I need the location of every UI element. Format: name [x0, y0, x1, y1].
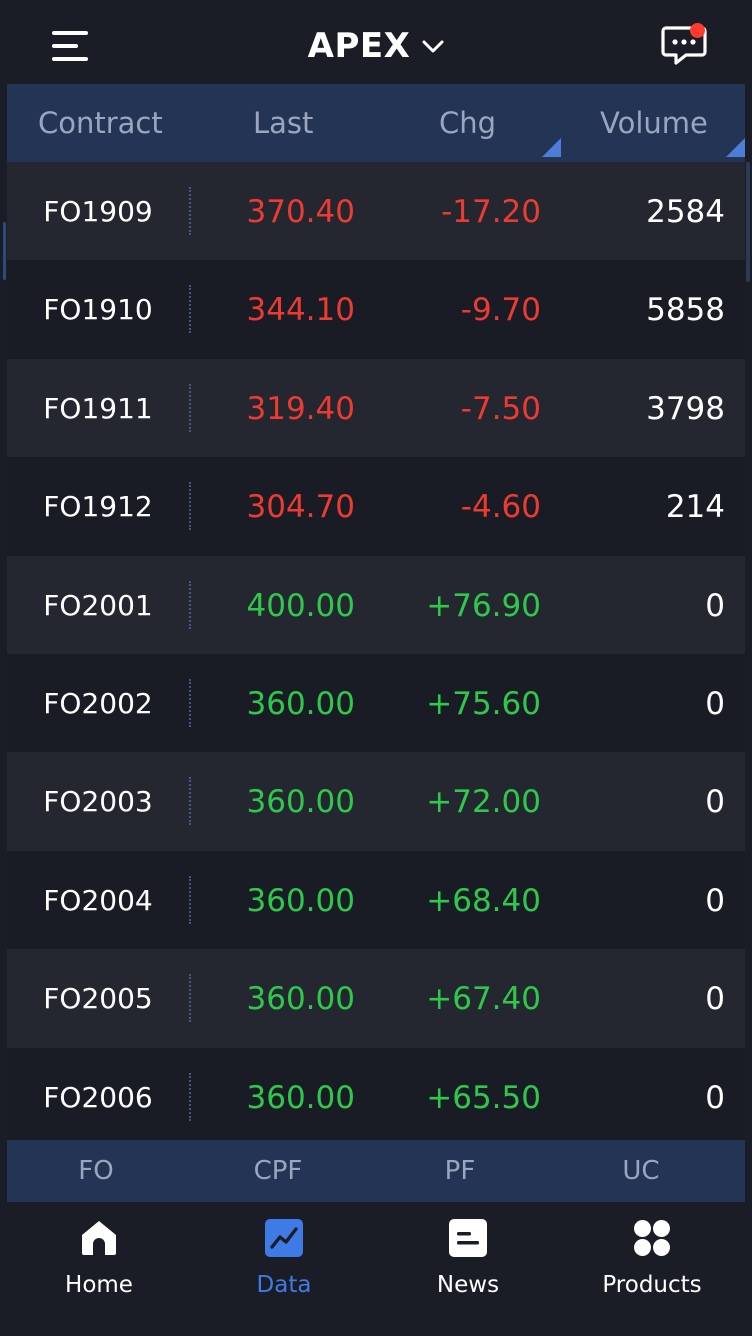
volume-cell: 0 — [705, 587, 725, 624]
chart-icon — [265, 1219, 303, 1257]
change-cell: -7.50 — [460, 390, 541, 427]
column-divider — [189, 678, 191, 727]
tab-uc[interactable]: UC — [581, 1140, 701, 1202]
last-price-cell: 319.40 — [246, 390, 355, 427]
tab-cpf[interactable]: CPF — [218, 1140, 338, 1202]
contract-cell: FO1911 — [43, 391, 153, 425]
column-divider — [189, 383, 191, 432]
category-tabs: FO CPF PF UC — [7, 1140, 745, 1202]
change-cell: -17.20 — [441, 194, 541, 230]
volume-cell: 5858 — [646, 292, 725, 329]
volume-cell: 0 — [705, 981, 725, 1018]
page-title: APEX — [307, 26, 411, 66]
last-price-cell: 360.00 — [246, 1079, 355, 1116]
table-row[interactable]: FO1909 370.40 -17.20 2584 — [7, 162, 745, 261]
tab-pf[interactable]: PF — [400, 1140, 520, 1202]
change-cell: -9.70 — [460, 292, 541, 329]
home-icon — [82, 1221, 116, 1255]
column-divider — [189, 875, 191, 924]
column-divider — [189, 777, 191, 826]
change-cell: +68.40 — [426, 882, 541, 919]
chevron-down-icon — [422, 40, 444, 53]
nav-home[interactable]: Home — [24, 1202, 174, 1322]
change-cell: +76.90 — [426, 587, 541, 624]
volume-cell: 0 — [705, 784, 725, 821]
scrollbar[interactable] — [746, 162, 750, 282]
column-divider — [189, 187, 191, 235]
column-divider — [189, 974, 191, 1023]
table-row[interactable]: FO2004 360.00 +68.40 0 — [7, 850, 745, 950]
column-header-contract[interactable]: Contract — [38, 84, 163, 162]
contract-cell: FO1910 — [43, 293, 153, 327]
contract-cell: FO2002 — [43, 686, 153, 720]
volume-cell: 2584 — [646, 194, 725, 230]
table-row[interactable]: FO1910 344.10 -9.70 5858 — [7, 260, 745, 359]
nav-label-news: News — [436, 1272, 500, 1298]
nav-label-products: Products — [602, 1272, 702, 1298]
contract-cell: FO2004 — [43, 883, 153, 917]
volume-cell: 0 — [705, 1079, 725, 1116]
column-divider — [189, 285, 191, 334]
table-row[interactable]: FO1912 304.70 -4.60 214 — [7, 457, 745, 556]
column-header-last[interactable]: Last — [253, 84, 313, 162]
grid-icon — [634, 1220, 670, 1256]
nav-news[interactable]: News — [393, 1202, 543, 1322]
top-bar: APEX — [0, 0, 752, 84]
column-header-chg[interactable]: Chg — [439, 84, 496, 162]
contract-cell: FO2006 — [43, 1080, 153, 1114]
last-price-cell: 360.00 — [246, 882, 355, 919]
contract-cell: FO2003 — [43, 785, 153, 819]
quote-table: FO1909 370.40 -17.20 2584 FO1910 344.10 … — [7, 162, 745, 1140]
contract-cell: FO1909 — [43, 195, 153, 228]
change-cell: +67.40 — [426, 981, 541, 1018]
contract-cell: FO2001 — [43, 588, 153, 622]
change-cell: +75.60 — [426, 685, 541, 722]
column-divider — [189, 482, 191, 531]
table-row[interactable]: FO2006 360.00 +65.50 0 — [7, 1047, 745, 1140]
table-row[interactable]: FO2005 360.00 +67.40 0 — [7, 949, 745, 1048]
exchange-selector[interactable]: APEX — [0, 22, 752, 70]
table-row[interactable]: FO2002 360.00 +75.60 0 — [7, 653, 745, 753]
table-row[interactable]: FO2003 360.00 +72.00 0 — [7, 752, 745, 851]
nav-label-data: Data — [256, 1272, 312, 1298]
last-price-cell: 360.00 — [246, 685, 355, 722]
change-cell: +65.50 — [426, 1079, 541, 1116]
sort-indicator-icon — [726, 138, 745, 157]
last-price-cell: 360.00 — [246, 784, 355, 821]
column-divider — [189, 580, 191, 629]
volume-cell: 0 — [705, 685, 725, 722]
bottom-navigation: Home Data News Products — [0, 1202, 752, 1336]
volume-cell: 3798 — [646, 390, 725, 427]
last-price-cell: 360.00 — [246, 981, 355, 1018]
nav-label-home: Home — [65, 1272, 133, 1298]
volume-cell: 0 — [705, 882, 725, 919]
nav-data[interactable]: Data — [209, 1202, 359, 1322]
last-price-cell: 400.00 — [246, 587, 355, 624]
change-cell: +72.00 — [426, 784, 541, 821]
table-row[interactable]: FO1911 319.40 -7.50 3798 — [7, 358, 745, 458]
tab-fo[interactable]: FO — [36, 1140, 156, 1202]
sort-indicator-icon — [542, 138, 561, 157]
volume-cell: 214 — [665, 489, 725, 526]
column-divider — [189, 1072, 191, 1121]
table-header: Contract Last Chg Volume — [7, 84, 745, 162]
scroll-indicator-left — [3, 222, 6, 280]
nav-products[interactable]: Products — [577, 1202, 727, 1322]
last-price-cell: 344.10 — [246, 292, 355, 329]
contract-cell: FO1912 — [43, 490, 153, 524]
column-header-volume[interactable]: Volume — [600, 84, 708, 162]
table-row[interactable]: FO2001 400.00 +76.90 0 — [7, 555, 745, 654]
notification-dot — [690, 23, 705, 38]
contract-cell: FO2005 — [43, 982, 153, 1016]
news-icon — [449, 1219, 487, 1257]
last-price-cell: 370.40 — [246, 194, 355, 230]
change-cell: -4.60 — [460, 489, 541, 526]
last-price-cell: 304.70 — [246, 489, 355, 526]
